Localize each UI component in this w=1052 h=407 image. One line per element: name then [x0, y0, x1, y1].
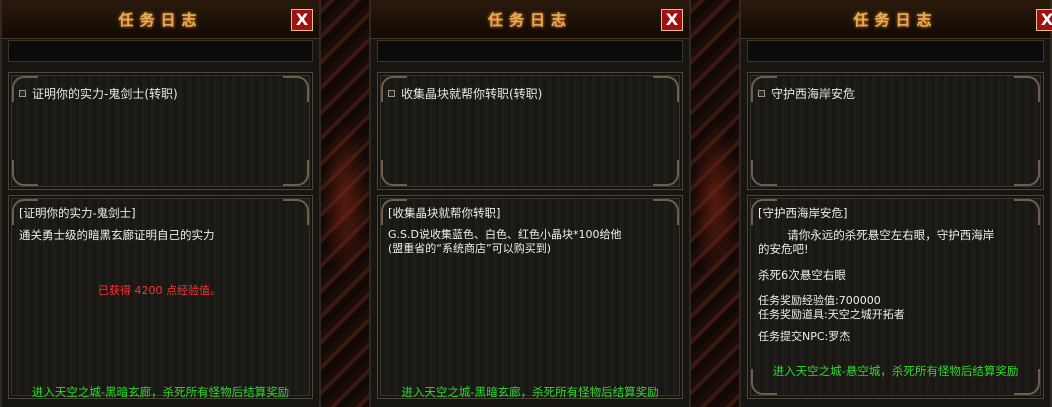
quest-item-label: 守护西海岸安危 [771, 87, 856, 101]
quest-hint: 进入天空之城-悬空城，杀死所有怪物后结算奖励 [772, 364, 1019, 378]
quest-item[interactable]: 收集晶块就帮你转职(转职) [388, 85, 542, 102]
quest-hint: 进入天空之城-黑暗玄廊，杀死所有怪物后结算奖励 [31, 385, 290, 398]
background-art [321, 0, 369, 407]
window-title: 任务日志 [853, 11, 938, 29]
header-bar [377, 40, 683, 62]
background-art [691, 0, 739, 407]
window-title: 任务日志 [487, 11, 572, 29]
window-title: 任务日志 [118, 11, 203, 29]
reward-status: 已获得 4200 点经验值。 [98, 284, 221, 297]
kill-objective: 杀死6次悬空右眼 [758, 268, 846, 282]
quest-list: 证明你的实力-鬼剑士(转职) [8, 72, 313, 190]
close-button[interactable]: X [1036, 9, 1052, 31]
quest-detail-content: [收集晶块就帮你转职] G.S.D说收集蓝色、白色、红色小晶块*100给他 (盟… [388, 206, 670, 256]
corner-ornament [12, 160, 38, 186]
quest-detail-content: [证明你的实力-鬼剑士] 通关勇士级的暗黑玄廊证明自己的实力 已获得 4200 … [19, 206, 300, 298]
quest-list: 守护西海岸安危 [747, 72, 1044, 190]
close-button[interactable]: X [291, 9, 313, 31]
quest-item-label: 收集晶块就帮你转职(转职) [401, 87, 543, 101]
corner-ornament [283, 160, 309, 186]
corner-ornament [653, 160, 679, 186]
corner-ornament [1014, 76, 1040, 102]
quest-detail: [收集晶块就帮你转职] G.S.D说收集蓝色、白色、红色小晶块*100给他 (盟… [377, 195, 683, 399]
reward-exp: 任务奖励经验值:700000 [758, 294, 881, 307]
corner-ornament [653, 76, 679, 102]
corner-ornament [283, 76, 309, 102]
corner-ornament [1014, 160, 1040, 186]
quest-item-label: 证明你的实力-鬼剑士(转职) [32, 87, 178, 101]
reward-item: 任务奖励道具:天空之城开拓者 [758, 308, 905, 321]
corner-ornament [381, 160, 407, 186]
quest-list: 收集晶块就帮你转职(转职) [377, 72, 683, 190]
checkbox-icon[interactable] [19, 90, 26, 97]
corner-ornament [751, 160, 777, 186]
header-bar [8, 40, 313, 62]
submit-npc: 任务提交NPC:罗杰 [758, 330, 851, 343]
quest-detail: [守护西海岸安危] 请你永远的杀死悬空左右眼，守护西海岸 的安危吧! 杀死6次悬… [747, 195, 1044, 399]
quest-hint: 进入天空之城-黑暗玄廊，杀死所有怪物后结算奖励 [401, 385, 659, 398]
quest-detail-title: [证明你的实力-鬼剑士] [19, 206, 136, 220]
title-bar: 任务日志 X [741, 0, 1052, 39]
close-button[interactable]: X [661, 9, 683, 31]
quest-detail: [证明你的实力-鬼剑士] 通关勇士级的暗黑玄廊证明自己的实力 已获得 4200 … [8, 195, 313, 399]
quest-detail-title: [守护西海岸安危] [758, 206, 848, 220]
quest-description: G.S.D说收集蓝色、白色、红色小晶块*100给他 [388, 228, 622, 241]
quest-description: 通关勇士级的暗黑玄廊证明自己的实力 [19, 228, 215, 242]
header-bar [747, 40, 1044, 62]
title-bar: 任务日志 X [2, 0, 319, 39]
quest-detail-content: [守护西海岸安危] 请你永远的杀死悬空左右眼，守护西海岸 的安危吧! 杀死6次悬… [758, 206, 1031, 344]
checkbox-icon[interactable] [758, 90, 765, 97]
quest-item[interactable]: 守护西海岸安危 [758, 85, 855, 102]
quest-description-note: (盟重省的“系统商店”可以购买到) [388, 242, 551, 255]
quest-log-window-3: 任务日志 X 守护西海岸安危 [守护西海岸安危] 请你永远的杀死悬空左右眼，守护… [739, 0, 1052, 407]
quest-description: 请你永远的杀死悬空左右眼，守护西海岸 [758, 228, 995, 242]
quest-description-cont: 的安危吧! [758, 242, 809, 256]
title-bar: 任务日志 X [371, 0, 689, 39]
checkbox-icon[interactable] [388, 90, 395, 97]
quest-item[interactable]: 证明你的实力-鬼剑士(转职) [19, 85, 178, 102]
quest-detail-title: [收集晶块就帮你转职] [388, 206, 501, 220]
quest-log-window-2: 任务日志 X 收集晶块就帮你转职(转职) [收集晶块就帮你转职] G.S.D说收… [369, 0, 691, 407]
quest-log-window-1: 任务日志 X 证明你的实力-鬼剑士(转职) [证明你的实力-鬼剑士] 通关勇士级… [0, 0, 321, 407]
